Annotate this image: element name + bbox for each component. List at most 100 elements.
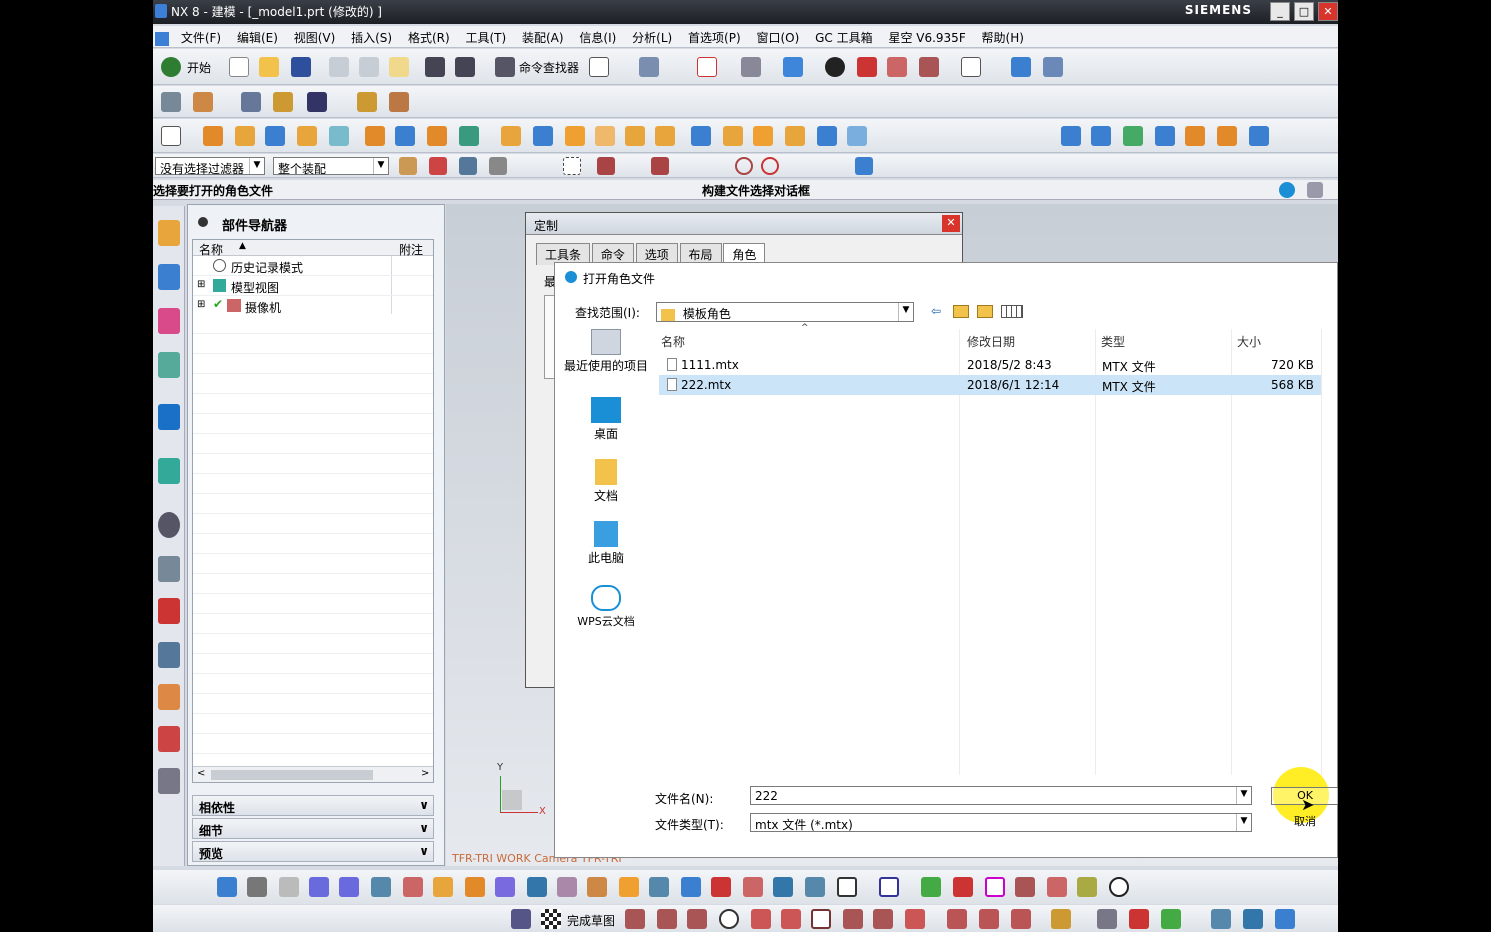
chevron-down-icon[interactable]: ∨ xyxy=(419,821,429,835)
instance-icon[interactable] xyxy=(465,877,485,897)
hole-icon[interactable] xyxy=(329,126,349,146)
assembly-navigator-icon[interactable] xyxy=(158,220,180,246)
menu-edit[interactable]: 编辑(E) xyxy=(231,26,284,49)
chevron-down-icon[interactable]: ▼ xyxy=(1236,787,1251,804)
pattern-icon[interactable] xyxy=(785,126,805,146)
column-modified[interactable]: 修改日期 xyxy=(967,333,1015,350)
datum-csys-icon[interactable] xyxy=(279,877,299,897)
trim-sheet-icon[interactable] xyxy=(1217,126,1237,146)
line-icon[interactable] xyxy=(657,909,677,929)
offset-curve-icon[interactable] xyxy=(557,877,577,897)
fit-curve-icon[interactable] xyxy=(1047,877,1067,897)
new-folder-icon[interactable] xyxy=(977,305,993,318)
circle-icon[interactable] xyxy=(1109,877,1129,897)
spline-icon[interactable] xyxy=(921,877,941,897)
cut-icon[interactable] xyxy=(329,57,349,77)
rectangle-icon[interactable] xyxy=(837,877,857,897)
make-corner-icon[interactable] xyxy=(1011,909,1031,929)
arc-icon[interactable] xyxy=(687,909,707,929)
paste-icon[interactable] xyxy=(389,57,409,77)
clipping-icon[interactable] xyxy=(857,57,877,77)
open-folder-icon[interactable] xyxy=(259,57,279,77)
background-icon[interactable] xyxy=(961,57,981,77)
move-object-icon[interactable] xyxy=(241,92,261,112)
column-name[interactable]: 名称 xyxy=(661,333,685,350)
section-view-icon[interactable] xyxy=(887,57,907,77)
start-button[interactable]: 开始 xyxy=(187,59,211,76)
text-icon[interactable] xyxy=(1015,877,1035,897)
datum-plane-icon[interactable] xyxy=(459,126,479,146)
sew-icon[interactable] xyxy=(847,126,867,146)
scroll-left-icon[interactable]: < xyxy=(197,768,205,779)
copy-object-icon[interactable] xyxy=(403,877,423,897)
snap-endpoint-icon[interactable] xyxy=(597,157,615,175)
menu-analysis[interactable]: 分析(L) xyxy=(626,26,678,49)
file-row[interactable]: 1111.mtx 2018/5/2 8:43 MTX 文件 720 KB xyxy=(659,355,1321,375)
tree-row-cameras[interactable]: ⊞ ✔ 摄像机 xyxy=(193,296,433,316)
measure-distance-icon[interactable] xyxy=(357,92,377,112)
shaded-view-icon[interactable] xyxy=(783,57,803,77)
show-hide-icon[interactable] xyxy=(307,92,327,112)
reuse-library-icon[interactable] xyxy=(158,352,180,378)
revolve-icon[interactable] xyxy=(235,126,255,146)
copy-icon[interactable] xyxy=(359,57,379,77)
cue-icon[interactable] xyxy=(1279,182,1295,198)
select-feature-icon[interactable] xyxy=(489,157,507,175)
wave-link-icon[interactable] xyxy=(495,877,515,897)
sketch-circle-icon[interactable] xyxy=(719,909,739,929)
sketch-point-icon[interactable] xyxy=(873,909,893,929)
sketch-task-icon[interactable] xyxy=(511,909,531,929)
section-curve-icon[interactable] xyxy=(681,877,701,897)
status-option-icon[interactable] xyxy=(1307,182,1323,198)
project-sketch-icon[interactable] xyxy=(1275,909,1295,929)
menu-preferences[interactable]: 首选项(P) xyxy=(682,26,747,49)
menu-assembly[interactable]: 装配(A) xyxy=(516,26,570,49)
join-curve-icon[interactable] xyxy=(805,877,825,897)
menu-help[interactable]: 帮助(H) xyxy=(976,26,1030,49)
pad-icon[interactable] xyxy=(427,126,447,146)
minimize-button[interactable]: _ xyxy=(1270,2,1290,21)
through-curves-icon[interactable] xyxy=(1123,126,1143,146)
bounded-plane-icon[interactable] xyxy=(1185,126,1205,146)
boss-icon[interactable] xyxy=(365,126,385,146)
snap-center-icon[interactable] xyxy=(735,157,753,175)
datum-axis-icon[interactable] xyxy=(247,877,267,897)
scroll-right-icon[interactable]: > xyxy=(421,768,429,779)
quick-trim-icon[interactable] xyxy=(947,909,967,929)
start-icon[interactable] xyxy=(161,57,181,77)
block-icon[interactable] xyxy=(265,126,285,146)
general-conic-icon[interactable] xyxy=(1077,877,1097,897)
wcs-icon[interactable] xyxy=(1043,57,1063,77)
scrollbar-thumb[interactable] xyxy=(211,770,373,780)
draft-icon[interactable] xyxy=(655,126,675,146)
tree-row-history[interactable]: 历史记录模式 xyxy=(193,256,433,276)
orient-view-icon[interactable] xyxy=(1011,57,1031,77)
column-type[interactable]: 类型 xyxy=(1101,333,1125,350)
extrude-icon[interactable] xyxy=(203,126,223,146)
expand-icon[interactable]: ⊞ xyxy=(197,299,205,310)
chevron-down-icon[interactable]: ∨ xyxy=(419,798,429,812)
command-finder-icon[interactable] xyxy=(495,57,515,77)
deselect-icon[interactable] xyxy=(459,157,477,175)
type-filter-select[interactable]: 没有选择过滤器 ▼ xyxy=(155,157,265,176)
palette-icon[interactable] xyxy=(158,768,180,794)
dimension-icon[interactable] xyxy=(1051,909,1071,929)
close-button[interactable]: ✕ xyxy=(1318,2,1338,21)
offset-sketch-icon[interactable] xyxy=(1211,909,1231,929)
place-this-pc[interactable]: 此电脑 xyxy=(563,521,649,566)
selection-icon[interactable] xyxy=(639,57,659,77)
expand-icon[interactable]: ⊞ xyxy=(197,279,205,290)
view-orient-icon[interactable] xyxy=(741,57,761,77)
polygon-icon[interactable] xyxy=(879,877,899,897)
chevron-down-icon[interactable]: ▼ xyxy=(1236,814,1251,831)
back-arrow-icon[interactable]: ⇦ xyxy=(931,304,941,318)
mirror-icon[interactable] xyxy=(817,126,837,146)
process-studio-icon[interactable] xyxy=(158,556,180,582)
grid-icon[interactable] xyxy=(953,877,973,897)
dependencies-panel[interactable]: 相依性 ∨ xyxy=(192,795,434,816)
wcs-origin-icon[interactable] xyxy=(193,92,213,112)
fit-view-icon[interactable] xyxy=(697,57,717,77)
bridge-curve-icon[interactable] xyxy=(773,877,793,897)
preview-panel[interactable]: 预览 ∨ xyxy=(192,841,434,862)
auto-constraint-icon[interactable] xyxy=(1129,909,1149,929)
